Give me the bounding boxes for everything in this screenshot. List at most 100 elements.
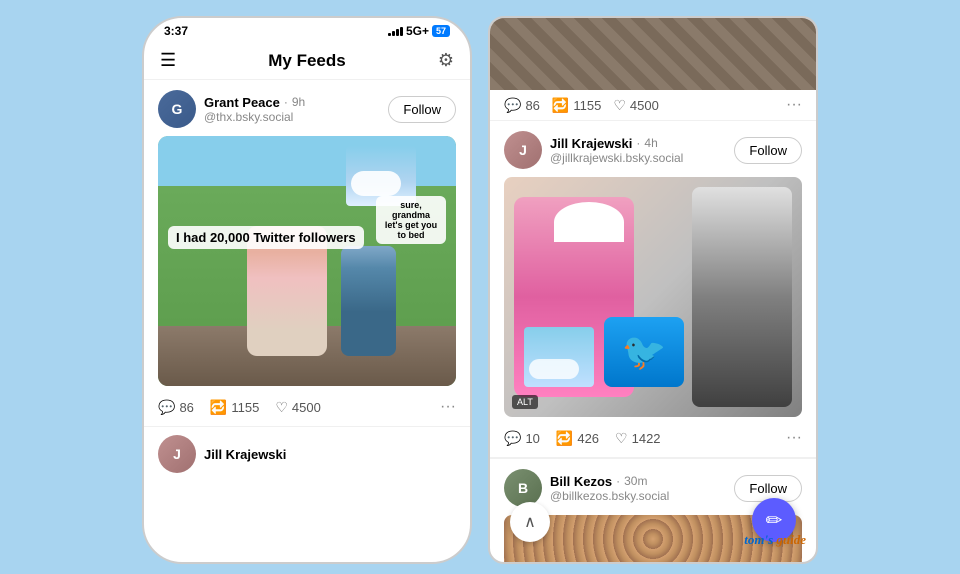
user-handle-bill: @billkezos.bsky.social (550, 489, 669, 503)
comment-icon: 💬 (158, 399, 175, 416)
status-time: 3:37 (164, 24, 188, 38)
right-panel-content: 💬 86 🔁 1155 ♡ 4500 ··· (490, 18, 816, 562)
stat-retweets-grant[interactable]: 🔁 1155 (210, 399, 259, 416)
user-info-bill: Bill Kezos · 30m @billkezos.bsky.social (550, 474, 669, 503)
twitter-patch: 🐦 (604, 317, 684, 387)
toms-guide-watermark: tom's guide (744, 532, 806, 548)
sky-patch-jill-1 (524, 327, 594, 387)
post-grant-header: G Grant Peace · 9h @thx.bsky.social Foll… (158, 90, 456, 128)
more-options-top[interactable]: ··· (786, 96, 802, 114)
post-image-jill: 🐦 ALT (504, 177, 802, 417)
more-options-grant[interactable]: ··· (440, 398, 456, 416)
dot-jill: · (636, 136, 640, 150)
menu-icon[interactable]: ☰ (160, 50, 176, 71)
chevron-up-icon: ∧ (524, 512, 536, 532)
stat-likes-jill[interactable]: ♡ 1422 (615, 430, 660, 447)
status-bar: 3:37 5G+ 57 (144, 18, 470, 42)
compose-icon: ✏ (766, 508, 783, 533)
comment-count-jill: 10 (525, 431, 539, 446)
post-time-grant: · (284, 95, 288, 109)
cloud-jill (529, 359, 579, 379)
speech-bubble-side: sure, grandma let's get you to bed (376, 196, 446, 244)
like-count-grant: 4500 (292, 400, 321, 415)
comment-icon-jill: 💬 (504, 430, 521, 447)
follow-button-bill[interactable]: Follow (734, 475, 802, 502)
post-time-grant-val: 9h (292, 95, 305, 109)
user-handle-grant: @thx.bsky.social (204, 110, 305, 124)
network-type: 5G+ (406, 24, 429, 38)
figure-helper (341, 246, 396, 356)
more-options-jill[interactable]: ··· (786, 429, 802, 447)
post-jill-header: J Jill Krajewski · 4h @jillkrajewski.bsk… (504, 131, 802, 169)
stat-retweets-top[interactable]: 🔁 1155 (552, 97, 601, 114)
phone-content: G Grant Peace · 9h @thx.bsky.social Foll… (144, 80, 470, 562)
user-name-jill-partial: Jill Krajewski (204, 447, 286, 462)
user-info-grant: Grant Peace · 9h @thx.bsky.social (204, 95, 305, 124)
user-name-grant: Grant Peace (204, 95, 280, 110)
post-grant-user: G Grant Peace · 9h @thx.bsky.social (158, 90, 305, 128)
right-panel: 💬 86 🔁 1155 ♡ 4500 ··· (488, 16, 818, 564)
post-stats-grant: 💬 86 🔁 1155 ♡ 4500 ··· (158, 394, 456, 420)
retweet-count-grant: 1155 (231, 400, 259, 415)
bw-figure (692, 187, 792, 407)
toms-guide-tom: tom (744, 532, 764, 547)
comment-count-top: 86 (525, 98, 539, 113)
stat-comments-top[interactable]: 💬 86 (504, 97, 540, 114)
alt-badge[interactable]: ALT (512, 395, 538, 409)
user-name-bill: Bill Kezos (550, 474, 612, 489)
retweet-icon-jill: 🔁 (556, 430, 573, 447)
post-time-jill: 4h (644, 136, 657, 150)
battery-badge: 57 (432, 25, 450, 37)
comment-count-grant: 86 (179, 400, 193, 415)
retweet-icon: 🔁 (210, 399, 227, 416)
retweet-count-jill: 426 (577, 431, 599, 446)
stat-likes-top[interactable]: ♡ 4500 (613, 97, 658, 114)
heart-icon-jill: ♡ (615, 430, 628, 447)
avatar-jill[interactable]: J (504, 131, 542, 169)
page-title: My Feeds (268, 51, 345, 71)
post-time-bill: 30m (624, 474, 647, 488)
avatar-bill[interactable]: B (504, 469, 542, 507)
post-jill-user: J Jill Krajewski · 4h @jillkrajewski.bsk… (504, 131, 683, 169)
app-header: ☰ My Feeds ⚙ (144, 42, 470, 80)
stat-retweets-jill[interactable]: 🔁 426 (556, 430, 599, 447)
follow-button-jill[interactable]: Follow (734, 137, 802, 164)
stat-likes-grant[interactable]: ♡ 4500 (275, 399, 320, 416)
right-stats-row: 💬 86 🔁 1155 ♡ 4500 ··· (490, 90, 816, 121)
user-info-jill: Jill Krajewski · 4h @jillkrajewski.bsky.… (550, 136, 683, 165)
heart-icon-top: ♡ (613, 97, 626, 114)
toms-apostrophe: 's (764, 532, 776, 547)
signal-bars-icon (388, 26, 403, 36)
speech-bubble-main: I had 20,000 Twitter followers (168, 226, 364, 249)
post-grant: G Grant Peace · 9h @thx.bsky.social Foll… (144, 80, 470, 427)
dot-bill: · (616, 474, 620, 488)
post-jill: J Jill Krajewski · 4h @jillkrajewski.bsk… (490, 121, 816, 458)
avatar-grant[interactable]: G (158, 90, 196, 128)
stat-comments-grant[interactable]: 💬 86 (158, 399, 194, 416)
avatar-jill-partial[interactable]: J (158, 435, 196, 473)
cloud (351, 171, 401, 196)
retweet-icon-top: 🔁 (552, 97, 569, 114)
stone-texture (490, 18, 816, 90)
white-hat (554, 202, 624, 242)
user-name-jill: Jill Krajewski (550, 136, 632, 151)
user-handle-jill: @jillkrajewski.bsky.social (550, 151, 683, 165)
jill-image-bg: 🐦 ALT (504, 177, 802, 417)
heart-icon: ♡ (275, 399, 288, 416)
follow-button-grant[interactable]: Follow (388, 96, 456, 123)
post-image-grant: I had 20,000 Twitter followers sure, gra… (158, 136, 456, 386)
twitter-bird-icon: 🐦 (622, 331, 667, 373)
post-jill-partial: J Jill Krajewski (144, 427, 470, 481)
like-count-top: 4500 (630, 98, 659, 113)
post-stats-jill: 💬 10 🔁 426 ♡ 1422 ··· (504, 425, 802, 451)
outdoor-photo-bg (158, 136, 456, 386)
like-count-jill: 1422 (632, 431, 661, 446)
scroll-up-button[interactable]: ∧ (510, 502, 550, 542)
stat-comments-jill[interactable]: 💬 10 (504, 430, 540, 447)
gear-icon[interactable]: ⚙ (438, 50, 454, 71)
retweet-count-top: 1155 (573, 98, 601, 113)
comment-icon-top: 💬 (504, 97, 521, 114)
post-bill-header: B Bill Kezos · 30m @billkezos.bsky.socia… (504, 469, 802, 507)
top-cropped-image (490, 18, 816, 90)
phone-frame-left: 3:37 5G+ 57 ☰ My Feeds ⚙ (142, 16, 472, 564)
